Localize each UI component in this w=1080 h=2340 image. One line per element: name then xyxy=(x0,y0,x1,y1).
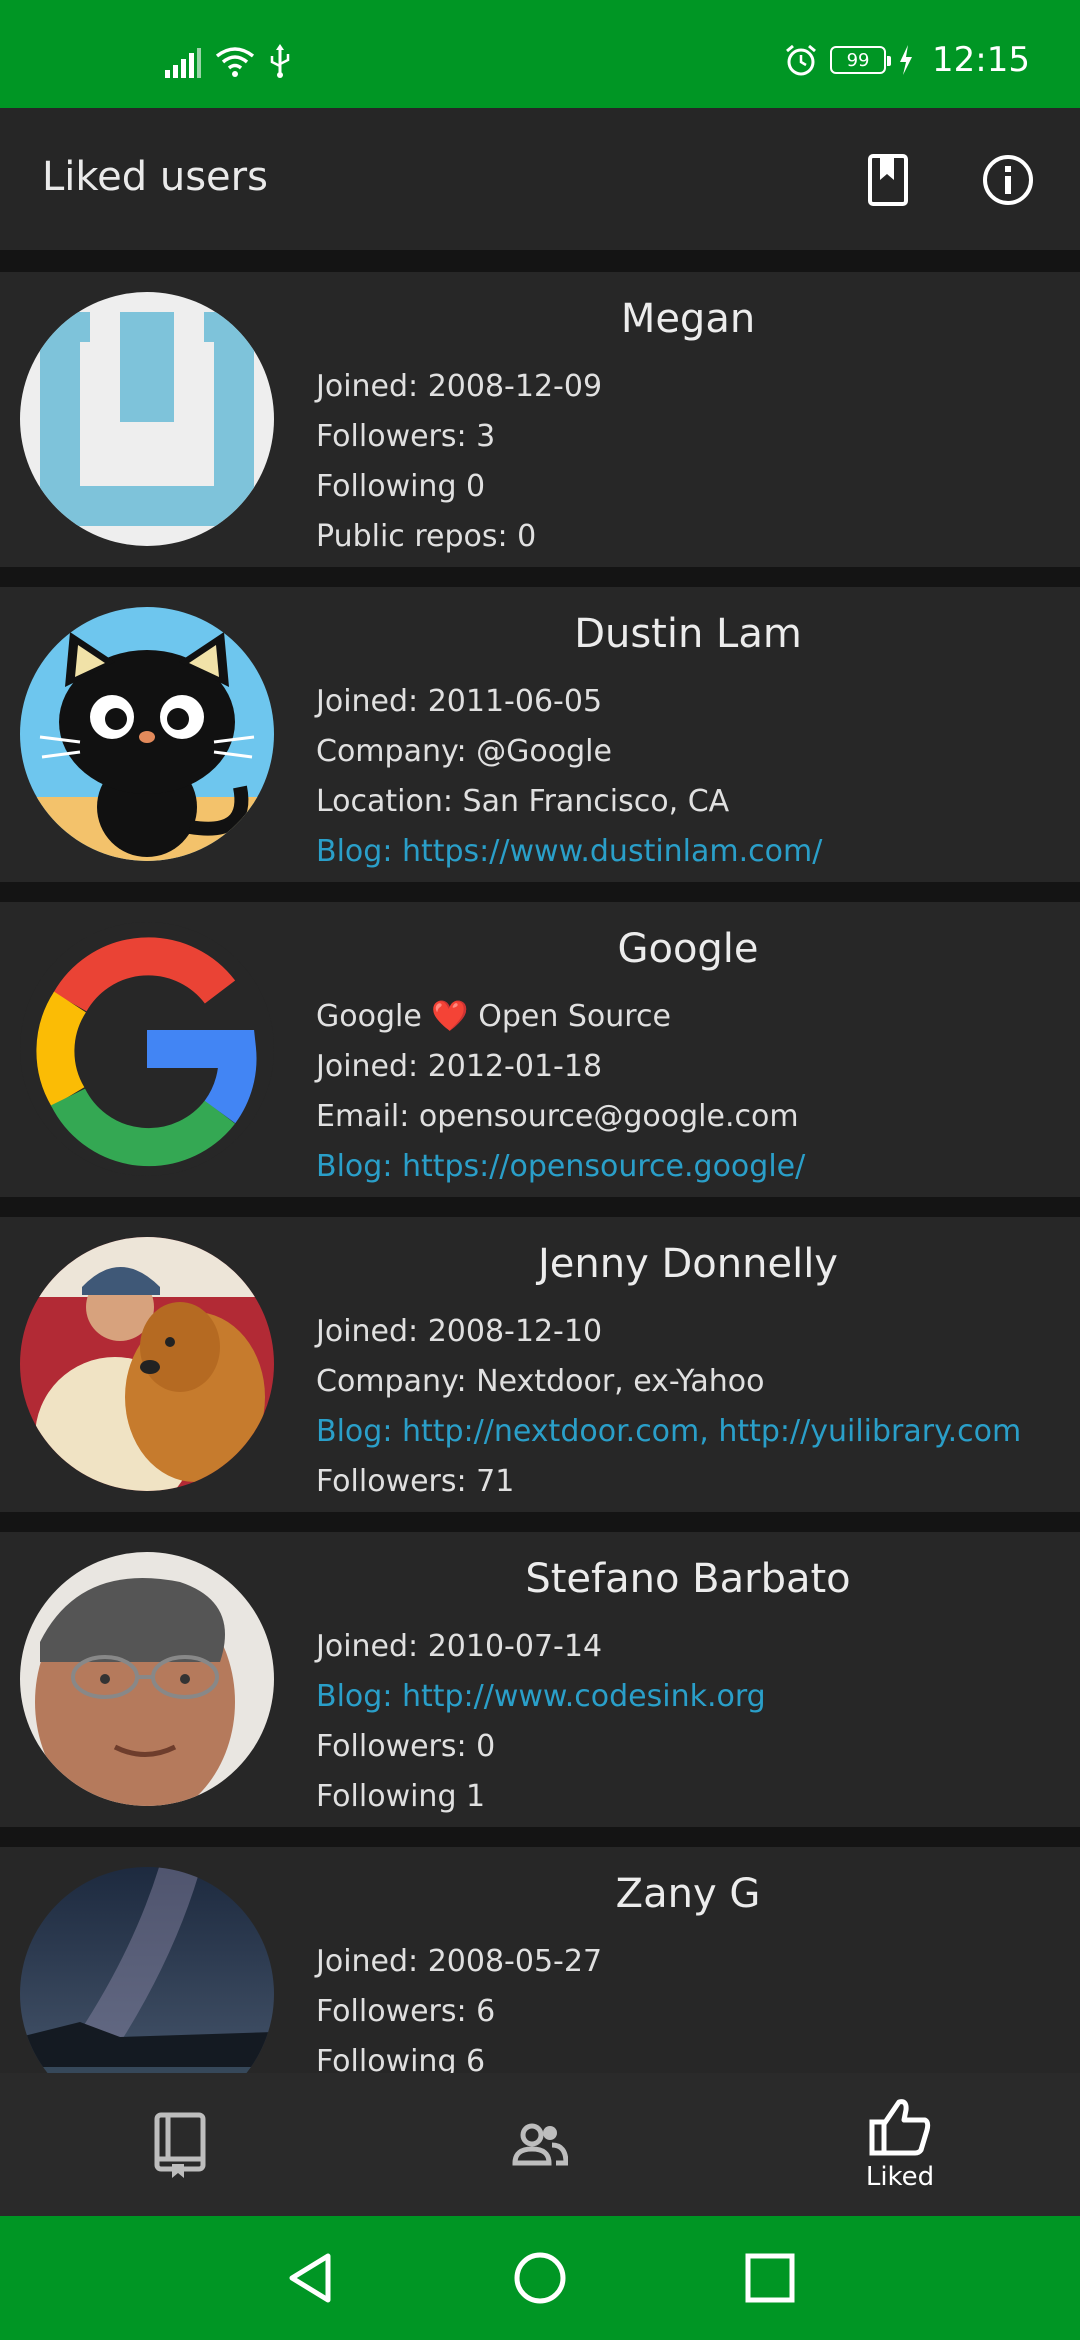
user-name: Dustin Lam xyxy=(574,611,802,657)
info-icon[interactable] xyxy=(980,152,1036,208)
user-detail: Joined: 2008-12-10 xyxy=(316,1314,603,1349)
status-bar: 99 12:15 xyxy=(0,0,1080,108)
user-name: Megan xyxy=(620,296,756,342)
bottom-navigation: Liked xyxy=(0,2073,1080,2216)
blog-link[interactable]: Blog: https://www.dustinlam.com/ xyxy=(316,827,822,877)
user-detail: Following 6 xyxy=(316,2044,486,2073)
wifi-icon xyxy=(215,47,255,77)
user-name: Stefano Barbato xyxy=(525,1556,851,1602)
system-navigation-bar xyxy=(0,2216,1080,2340)
user-detail: Following 1 xyxy=(316,1779,486,1814)
user-detail: Following 0 xyxy=(316,469,486,504)
user-name: Zany G xyxy=(615,1871,761,1917)
user-detail: Joined: 2012-01-18 xyxy=(316,1049,603,1084)
avatar xyxy=(20,1237,274,1491)
recents-icon[interactable] xyxy=(742,2250,798,2306)
status-left-icons xyxy=(165,44,291,78)
avatar xyxy=(20,922,274,1176)
nav-item-repositories[interactable] xyxy=(0,2073,360,2216)
user-detail: Joined: 2008-05-27 xyxy=(316,1944,603,1979)
usb-icon xyxy=(270,44,290,78)
status-right-icons: 99 12:15 xyxy=(784,40,1030,80)
back-icon[interactable] xyxy=(282,2250,338,2306)
user-detail: Followers: 6 xyxy=(316,1994,496,2029)
user-card[interactable]: Stefano Barbato Joined: 2010-07-14 Blog:… xyxy=(0,1532,1080,1827)
user-bio: Google ❤️ Open Source xyxy=(316,999,671,1034)
user-detail: Joined: 2011-06-05 xyxy=(316,684,603,719)
user-card[interactable]: Megan Joined: 2008-12-09 Followers: 3 Fo… xyxy=(0,272,1080,567)
user-name: Google xyxy=(617,926,759,972)
nav-item-liked-label: Liked xyxy=(865,2161,935,2192)
app-bar: Liked users xyxy=(0,108,1080,250)
bookmark-icon[interactable] xyxy=(860,152,916,208)
signal-icon xyxy=(165,48,201,78)
avatar xyxy=(20,292,274,546)
nav-item-users[interactable] xyxy=(360,2073,720,2216)
user-detail: Followers: 0 xyxy=(316,1729,496,1764)
status-time: 12:15 xyxy=(932,40,1030,80)
blog-link[interactable]: Blog: http://nextdoor.com, http://yuilib… xyxy=(316,1407,1021,1457)
avatar xyxy=(20,1867,274,2073)
user-card[interactable]: Google Google ❤️ Open Source Joined: 201… xyxy=(0,902,1080,1197)
user-detail: Company: Nextdoor, ex-Yahoo xyxy=(316,1364,765,1399)
battery-level: 99 xyxy=(846,49,870,71)
user-detail: Location: San Francisco, CA xyxy=(316,784,730,819)
user-card[interactable]: Dustin Lam Joined: 2011-06-05 Company: @… xyxy=(0,587,1080,882)
page-title: Liked users xyxy=(42,154,268,200)
repo-book-icon xyxy=(154,2112,206,2178)
people-icon xyxy=(512,2123,568,2165)
user-detail: Followers: 3 xyxy=(316,419,496,454)
avatar xyxy=(20,607,274,861)
battery-icon: 99 xyxy=(830,46,892,74)
avatar xyxy=(20,1552,274,1806)
nav-item-liked[interactable]: Liked xyxy=(720,2073,1080,2216)
thumb-up-icon xyxy=(869,2098,931,2155)
user-card[interactable]: Jenny Donnelly Joined: 2008-12-10 Compan… xyxy=(0,1217,1080,1512)
user-detail: Joined: 2008-12-09 xyxy=(316,369,603,404)
user-detail: Followers: 71 xyxy=(316,1464,515,1499)
liked-users-list[interactable]: Megan Joined: 2008-12-09 Followers: 3 Fo… xyxy=(0,250,1080,2073)
home-icon[interactable] xyxy=(512,2250,568,2306)
user-detail: Company: @Google xyxy=(316,734,612,769)
user-detail: Joined: 2010-07-14 xyxy=(316,1629,603,1664)
user-name: Jenny Donnelly xyxy=(538,1241,838,1287)
blog-link[interactable]: Blog: https://opensource.google/ xyxy=(316,1142,805,1192)
user-detail: Email: opensource@google.com xyxy=(316,1099,799,1134)
blog-link[interactable]: Blog: http://www.codesink.org xyxy=(316,1672,766,1722)
user-detail: Public repos: 0 xyxy=(316,519,537,554)
alarm-icon xyxy=(786,44,816,76)
user-card[interactable]: Zany G Joined: 2008-05-27 Followers: 6 F… xyxy=(0,1847,1080,2073)
charging-icon xyxy=(900,45,913,75)
